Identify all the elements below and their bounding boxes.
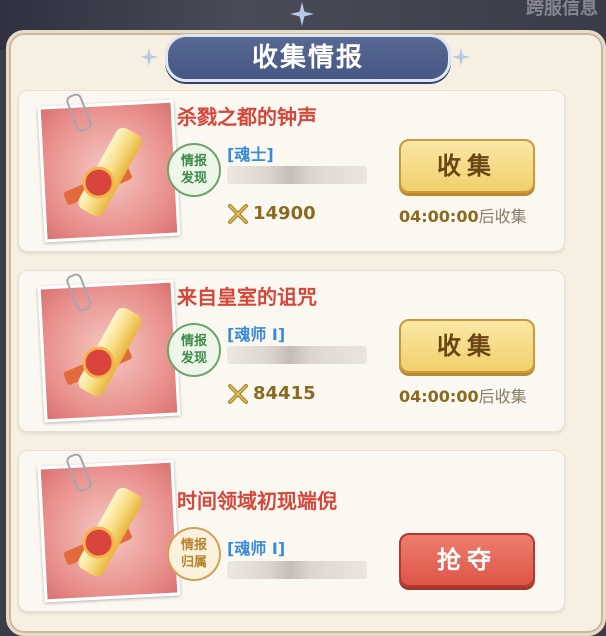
owner-rank: [魂士] — [227, 145, 274, 164]
intel-title: 杀戮之都的钟声 — [177, 105, 317, 129]
intel-scroll-image — [37, 91, 181, 243]
collect-timer: 04:00:00后收集 — [399, 383, 527, 407]
owner-name-blurred — [227, 166, 367, 184]
owner-name-blurred — [227, 346, 367, 364]
timer-suffix: 后收集 — [478, 207, 527, 226]
intel-card-2[interactable]: 来自皇室的诅咒 情报发现 [魂师 I] 84415 收集 04:00:00后收集 — [18, 270, 565, 432]
crossed-swords-icon — [228, 384, 248, 404]
timer-value: 04:00:00 — [399, 207, 479, 226]
intel-scroll-image — [37, 271, 181, 423]
timer-suffix: 后收集 — [478, 387, 527, 406]
intel-title: 时间领域初现端倪 — [177, 489, 337, 513]
combat-power: 14900 — [253, 203, 316, 224]
combat-power: 84415 — [253, 383, 316, 404]
crossed-swords-icon — [228, 204, 248, 224]
paperclip-icon — [64, 271, 94, 314]
owner-rank: [魂师 I] — [227, 539, 286, 558]
timer-value: 04:00:00 — [399, 387, 479, 406]
owner-rank: [魂师 I] — [227, 325, 286, 344]
paperclip-icon — [64, 91, 94, 134]
cross-server-info-link[interactable]: 跨服信息 — [526, 0, 598, 20]
collect-timer: 04:00:00后收集 — [399, 203, 527, 227]
status-stamp: 情报发现 — [167, 143, 221, 197]
rob-button[interactable]: 抢夺 — [399, 533, 535, 587]
intel-title: 来自皇室的诅咒 — [177, 285, 317, 309]
panel-title: 收集情报 — [165, 34, 451, 82]
collect-button[interactable]: 收集 — [399, 139, 535, 193]
intel-card-3[interactable]: 时间领域初现端倪 情报归属 [魂师 I] 抢夺 — [18, 450, 565, 612]
status-stamp: 情报发现 — [167, 323, 221, 377]
status-stamp: 情报归属 — [167, 527, 221, 581]
collect-button[interactable]: 收集 — [399, 319, 535, 373]
intel-scroll-image — [37, 451, 181, 603]
intel-card-1[interactable]: 杀戮之都的钟声 情报发现 [魂士] 14900 收集 04:00:00后收集 — [18, 90, 565, 252]
paperclip-icon — [64, 451, 94, 494]
owner-name-blurred — [227, 561, 367, 579]
